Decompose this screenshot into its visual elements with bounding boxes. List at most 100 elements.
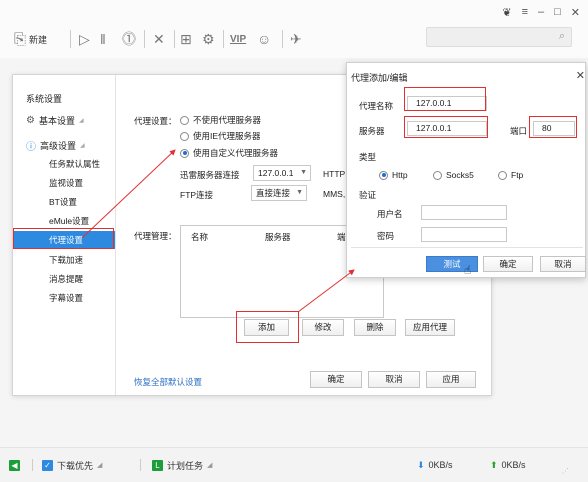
- type-label: 类型: [359, 152, 377, 162]
- download-speed: ⬇ 0KB/s: [417, 458, 453, 472]
- download-arrow-icon: ⬇: [417, 459, 425, 470]
- sidebar-item-accelerate[interactable]: 下载加速: [13, 251, 115, 269]
- upload-speed-value: 0KB/s: [501, 460, 526, 470]
- collapse-button[interactable]: ◀: [9, 458, 20, 472]
- mascot-icon[interactable]: ☺: [257, 28, 271, 50]
- scheduled-tasks-button[interactable]: L 计划任务 ◢: [152, 458, 212, 472]
- radio-ie-proxy[interactable]: 使用IE代理服务器: [180, 130, 261, 142]
- add-proxy-button[interactable]: 添加: [244, 319, 289, 336]
- type-http-radio[interactable]: Http: [379, 169, 408, 181]
- resize-grip-icon[interactable]: ⋰: [562, 464, 569, 478]
- sidebar-item-emule[interactable]: eMule设置: [13, 212, 115, 230]
- download-priority-label: 下载优先: [57, 460, 94, 471]
- priority-icon[interactable]: ⓵: [122, 28, 136, 50]
- search-icon[interactable]: ⌕: [559, 30, 565, 43]
- sidebar-group-label: 基本设置: [38, 115, 75, 126]
- sidebar-item-bt[interactable]: BT设置: [13, 193, 115, 211]
- vip-icon[interactable]: VIP: [230, 28, 246, 50]
- chevron-down-icon: ▼: [300, 169, 307, 176]
- menu-icon[interactable]: ≡: [522, 6, 528, 18]
- sidebar-item-monitor[interactable]: 监视设置: [13, 174, 115, 192]
- download-priority-button[interactable]: ✓ 下载优先 ◢: [42, 458, 102, 472]
- window-controls: ❦ ≡ – □ ✕: [502, 4, 580, 20]
- proxy-cancel-button[interactable]: 取消: [540, 256, 586, 272]
- scheduled-tasks-icon: L: [152, 459, 163, 471]
- gear-icon: ⚙: [26, 114, 35, 126]
- proxy-name-input[interactable]: 127.0.0.1: [407, 96, 487, 111]
- expand-arrow-icon: ◢: [80, 142, 85, 149]
- ftp-connection-select[interactable]: 直接连接 ▼: [251, 185, 307, 201]
- expand-arrow-icon: ◢: [78, 117, 84, 124]
- settings-ok-button[interactable]: 确定: [310, 371, 362, 388]
- skin-icon[interactable]: ❦: [502, 6, 511, 19]
- sidebar-group-advanced[interactable]: ⓘ 高级设置 ◢: [26, 138, 85, 153]
- speedup-icon[interactable]: ✈: [290, 28, 302, 50]
- close-icon[interactable]: ✕: [571, 6, 580, 19]
- info-icon: ⓘ: [26, 141, 36, 153]
- new-task-button[interactable]: ⎘ 新建: [14, 28, 47, 50]
- settings-apply-button[interactable]: 应用: [426, 371, 476, 388]
- pause-icon[interactable]: ‖: [100, 28, 106, 50]
- new-task-label: 新建: [29, 34, 48, 45]
- radio-label: Socks5: [446, 170, 474, 180]
- port-input[interactable]: 80: [533, 121, 575, 136]
- settings-cancel-button[interactable]: 取消: [368, 371, 420, 388]
- close-icon[interactable]: ✕: [576, 69, 585, 82]
- start-icon[interactable]: ▷: [79, 28, 90, 50]
- dialog-divider: [351, 247, 583, 248]
- sidebar-item-subtitle[interactable]: 字幕设置: [13, 289, 115, 307]
- auth-label: 验证: [359, 190, 377, 200]
- sidebar-title: 系统设置: [26, 94, 63, 104]
- server-label: 服务器: [359, 126, 385, 136]
- column-header-server: 服务器: [265, 232, 291, 242]
- proxy-edit-dialog: 代理添加/编辑 ✕ 代理名称 127.0.0.1 服务器 127.0.0.1 端…: [346, 62, 586, 278]
- dropdown-icon: ◢: [207, 462, 213, 469]
- modify-proxy-button[interactable]: 修改: [302, 319, 344, 336]
- server-input[interactable]: 127.0.0.1: [407, 121, 487, 136]
- type-socks5-radio[interactable]: Socks5: [433, 169, 474, 181]
- restore-defaults-link[interactable]: 恢复全部默认设置: [134, 376, 202, 388]
- radio-indicator: [379, 170, 388, 180]
- sidebar-item-proxy[interactable]: 代理设置: [13, 231, 115, 249]
- download-priority-icon: ✓: [42, 459, 53, 471]
- dropdown-icon: ◢: [97, 462, 103, 469]
- thunder-server-label: 迅雷服务器连接: [180, 170, 240, 180]
- sidebar-item-notify[interactable]: 消息提醒: [13, 270, 115, 288]
- delete-icon[interactable]: ✕: [153, 28, 165, 50]
- radio-no-proxy[interactable]: 不使用代理服务器: [180, 114, 261, 126]
- ftp-connection-label: FTP连接: [180, 190, 214, 200]
- maximize-icon[interactable]: □: [554, 6, 561, 18]
- delete-proxy-button[interactable]: 删除: [354, 319, 396, 336]
- proxy-dialog-title: 代理添加/编辑: [351, 73, 408, 83]
- radio-label: Ftp: [511, 170, 524, 180]
- password-label: 密码: [377, 231, 395, 241]
- radio-indicator: [433, 170, 442, 180]
- type-ftp-radio[interactable]: Ftp: [498, 169, 523, 181]
- thunder-server-select[interactable]: 127.0.0.1 ▼: [253, 165, 311, 181]
- upload-arrow-icon: ⬆: [490, 459, 498, 470]
- mouse-cursor-icon: ☝: [464, 263, 472, 277]
- radio-label: 使用IE代理服务器: [193, 131, 261, 141]
- http-label: HTTP: [323, 169, 346, 179]
- search-box[interactable]: ⌕: [426, 27, 572, 47]
- password-input[interactable]: [421, 227, 507, 242]
- chevron-down-icon: ▼: [296, 189, 303, 196]
- statusbar: ◀ ✓ 下载优先 ◢ L 计划任务 ◢ ⬇ 0KB/s ⬆ 0KB/s ⋰: [0, 447, 588, 482]
- collapse-left-icon: ◀: [9, 459, 20, 471]
- proxy-ok-button[interactable]: 确定: [483, 256, 533, 272]
- radio-custom-proxy[interactable]: 使用自定义代理服务器: [180, 147, 278, 159]
- radio-label: 不使用代理服务器: [193, 115, 262, 125]
- apps-icon[interactable]: ⊞: [180, 28, 192, 50]
- sidebar-item-task-defaults[interactable]: 任务默认属性: [13, 155, 115, 173]
- app-titlebar: [0, 0, 588, 24]
- apply-proxy-button[interactable]: 应用代理: [405, 319, 455, 336]
- minimize-icon[interactable]: –: [538, 6, 544, 18]
- new-task-icon: ⎘: [14, 30, 27, 48]
- radio-label: 使用自定义代理服务器: [193, 148, 279, 158]
- scheduled-tasks-label: 计划任务: [167, 460, 204, 471]
- username-input[interactable]: [421, 205, 507, 220]
- sidebar-group-basic[interactable]: ⚙ 基本设置 ◢: [26, 113, 84, 127]
- thunder-server-value: 127.0.0.1: [258, 168, 294, 178]
- settings-gear-icon[interactable]: ⚙: [202, 28, 215, 50]
- download-speed-value: 0KB/s: [428, 460, 453, 470]
